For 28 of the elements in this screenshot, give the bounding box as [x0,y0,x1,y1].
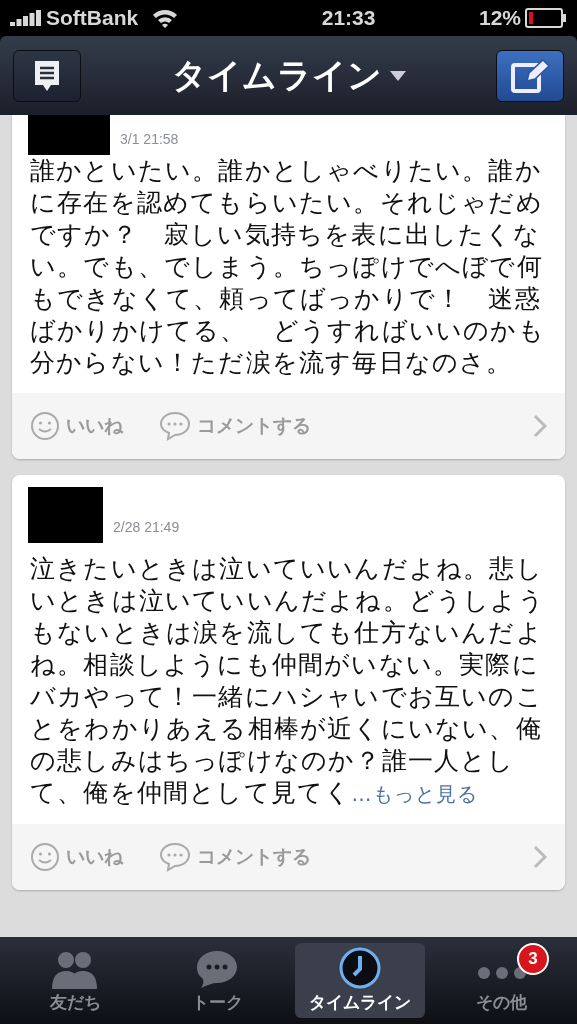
tab-item[interactable]: タイムライン [294,943,425,1018]
battery-percent: 12% [478,6,521,30]
smiley-icon [30,411,60,441]
post-date: 3/1 21:58 [120,131,179,147]
smiley-icon [30,842,60,872]
speech-bubble-icon [159,842,191,872]
tab-item[interactable]: 友だち [10,943,141,1018]
note-icon [32,58,62,93]
post-text: 泣きたいときは泣いていいんだよね。悲しいときは泣いていいんだよね。どうしようもないときは涙を流しても仕方ないんだよね。相談しようにも仲間がいない。実際にバカやって！一緒にハシャいでお互いのことをわかりあえる相棒が近くにいない、俺の悲しみはちっぽけなのか？誰一人として、俺を仲間として見てく…もっと見る [29,553,546,809]
edit-icon [510,57,550,94]
post-text: 誰かといたい。誰かとしゃべりたい。誰かに存在を認めてもらいたい。それじゃだめですか？ 寂しい気持ちを表に出したくない。でも、でしまう。ちっぽけでへぼで何もできなくて、頼ってばっかりで！ 迷惑ばかりかけてる、 どうすればいいのかも分からない！ただ涙を流す毎日なのさ。 [29,155,546,379]
battery-icon [525,8,567,28]
carrier-name: SoftBank [46,6,139,30]
chat-bubble-icon [195,949,240,989]
post-date: 2/28 21:49 [113,519,180,535]
tab-item[interactable]: トーク [152,943,283,1018]
notification-badge: 3 [517,943,549,975]
compose-button[interactable] [496,49,564,102]
clock-icon [338,947,381,989]
see-more-link[interactable]: …もっと見る [351,782,479,806]
wifi-icon [152,8,179,28]
clock-time: 21:33 [320,6,376,30]
dots-icon [477,967,526,979]
tab-item[interactable]: その他 3 [436,943,567,1018]
notes-button[interactable] [13,49,81,102]
speech-bubble-icon [159,411,191,441]
signal-icon [10,10,42,26]
caret-icon [389,70,406,81]
